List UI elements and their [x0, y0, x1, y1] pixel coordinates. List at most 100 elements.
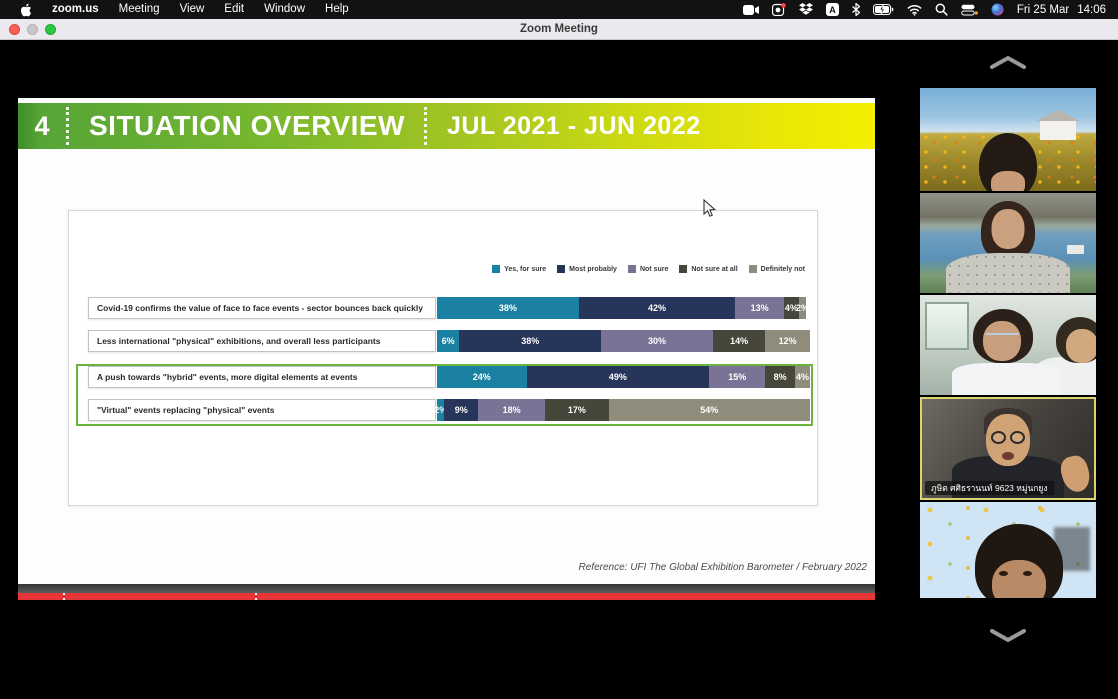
bar-segment: 2%	[799, 297, 806, 319]
menu-edit[interactable]: Edit	[214, 0, 254, 19]
meet-icon[interactable]	[772, 3, 786, 16]
row-label: "Virtual" events replacing "physical" ev…	[88, 399, 436, 421]
menu-app-name[interactable]: zoom.us	[42, 0, 109, 19]
participant-video-4-active-speaker[interactable]: ภูษิต ศศิธรานนท์ 9623 หมู่นกยูง	[920, 397, 1096, 500]
legend-item: Most probably	[557, 265, 617, 273]
shared-screen-slide: 4 SITUATION OVERVIEW JUL 2021 - JUN 2022…	[18, 98, 875, 584]
legend-label: Not sure	[640, 266, 668, 273]
control-center-icon[interactable]	[961, 4, 978, 16]
fullscreen-button[interactable]	[45, 24, 56, 35]
bluetooth-icon[interactable]	[852, 3, 860, 16]
svg-text:A: A	[829, 5, 836, 15]
bar-segment: 14%	[713, 330, 765, 352]
legend-swatch	[492, 265, 500, 273]
chart-row: "Virtual" events replacing "physical" ev…	[69, 399, 817, 421]
legend-swatch	[679, 265, 687, 273]
battery-icon[interactable]	[873, 4, 894, 15]
menu-view[interactable]: View	[170, 0, 215, 19]
participant-video-2[interactable]	[920, 193, 1096, 293]
minimize-button[interactable]	[27, 24, 38, 35]
bar-segment: 4%	[795, 366, 810, 388]
glasses	[985, 333, 1019, 343]
dropbox-icon[interactable]	[799, 3, 813, 16]
stacked-bar: 38%42%13%4%2%	[437, 297, 810, 319]
bar-segment: 13%	[735, 297, 783, 319]
bar-segment: 2%	[437, 399, 444, 421]
menu-date: Fri 25 Mar	[1017, 4, 1069, 16]
window-title-bar: Zoom Meeting	[0, 19, 1118, 40]
input-source-icon[interactable]: A	[826, 3, 839, 16]
stacked-bar: 2%9%18%17%54%	[437, 399, 810, 421]
bar-segment: 24%	[437, 366, 527, 388]
participant-eye	[999, 571, 1008, 576]
participant-video-3[interactable]	[920, 295, 1096, 395]
menu-bar-left: zoom.us MeetingViewEditWindowHelp	[0, 0, 359, 19]
row-label: A push towards "hybrid" events, more dig…	[88, 366, 436, 388]
chevron-up-icon[interactable]	[988, 53, 1028, 71]
apple-icon	[20, 3, 32, 17]
participant-face	[992, 560, 1046, 598]
menu-items: MeetingViewEditWindowHelp	[109, 0, 359, 19]
legend-label: Not sure at all	[691, 266, 737, 273]
next-slide-edge	[18, 593, 875, 600]
macos-menu-bar: zoom.us MeetingViewEditWindowHelp A Fri …	[0, 0, 1118, 19]
bar-segment: 18%	[478, 399, 545, 421]
bar-segment: 42%	[579, 297, 736, 319]
legend-item: Not sure at all	[679, 265, 737, 273]
stacked-bar: 24%49%15%8%4%	[437, 366, 810, 388]
menu-help[interactable]: Help	[315, 0, 359, 19]
participant-face	[992, 209, 1025, 249]
siri-icon[interactable]	[991, 3, 1004, 16]
legend-swatch	[749, 265, 757, 273]
chevron-down-icon[interactable]	[988, 626, 1028, 644]
bar-segment: 38%	[459, 330, 601, 352]
chart-legend: Yes, for sure Most probably Not sure Not su…	[492, 265, 805, 273]
slide-header: 4 SITUATION OVERVIEW JUL 2021 - JUN 2022	[18, 103, 875, 149]
bar-segment: 15%	[709, 366, 765, 388]
legend-label: Most probably	[569, 266, 617, 273]
slide-number: 4	[18, 111, 66, 142]
participant-video-5[interactable]	[920, 502, 1096, 598]
bar-segment: 9%	[444, 399, 478, 421]
wifi-icon[interactable]	[907, 4, 922, 16]
close-button[interactable]	[9, 24, 20, 35]
slide-subtitle: JUL 2021 - JUN 2022	[427, 112, 701, 141]
chart-row: Covid-19 confirms the value of face to f…	[69, 297, 817, 319]
menu-window[interactable]: Window	[254, 0, 315, 19]
glasses	[991, 431, 1006, 444]
menu-bar-status: A Fri 25 Mar 14:06	[743, 3, 1118, 16]
bar-segment: 8%	[765, 366, 795, 388]
legend-item: Not sure	[628, 265, 668, 273]
house	[1040, 121, 1076, 140]
video-icon[interactable]	[743, 5, 759, 15]
chart-container: Yes, for sure Most probably Not sure Not su…	[68, 210, 818, 506]
legend-label: Definitely not	[761, 266, 805, 273]
menu-meeting[interactable]: Meeting	[109, 0, 170, 19]
participant-mouth	[1002, 452, 1014, 460]
screen: zoom.us MeetingViewEditWindowHelp A Fri …	[0, 0, 1118, 699]
menu-time: 14:06	[1077, 4, 1106, 16]
participant-body	[952, 363, 1060, 395]
house-roof	[1036, 110, 1080, 121]
legend-item: Yes, for sure	[492, 265, 546, 273]
window-title: Zoom Meeting	[0, 23, 1118, 35]
apple-menu[interactable]	[10, 3, 42, 17]
legend-item: Definitely not	[749, 265, 805, 273]
participant-name-label: ภูษิต ศศิธรานนท์ 9623 หมู่นกยูง	[925, 481, 1054, 496]
participant-body	[946, 253, 1070, 293]
bar-segment: 6%	[437, 330, 459, 352]
bar-segment: 54%	[609, 399, 810, 421]
row-label: Covid-19 confirms the value of face to f…	[88, 297, 436, 319]
boat	[1067, 245, 1084, 254]
bar-segment: 38%	[437, 297, 579, 319]
reference-text: Reference: UFI The Global Exhibition Bar…	[579, 562, 867, 573]
participant-video-1[interactable]	[920, 88, 1096, 191]
status-icons: A	[743, 3, 1004, 16]
bar-segment: 17%	[545, 399, 608, 421]
slide-title: SITUATION OVERVIEW	[69, 110, 424, 142]
legend-label: Yes, for sure	[504, 266, 546, 273]
search-icon[interactable]	[935, 3, 948, 16]
legend-swatch	[557, 265, 565, 273]
menu-clock[interactable]: Fri 25 Mar 14:06	[1017, 4, 1106, 16]
stacked-bar: 6%38%30%14%12%	[437, 330, 810, 352]
